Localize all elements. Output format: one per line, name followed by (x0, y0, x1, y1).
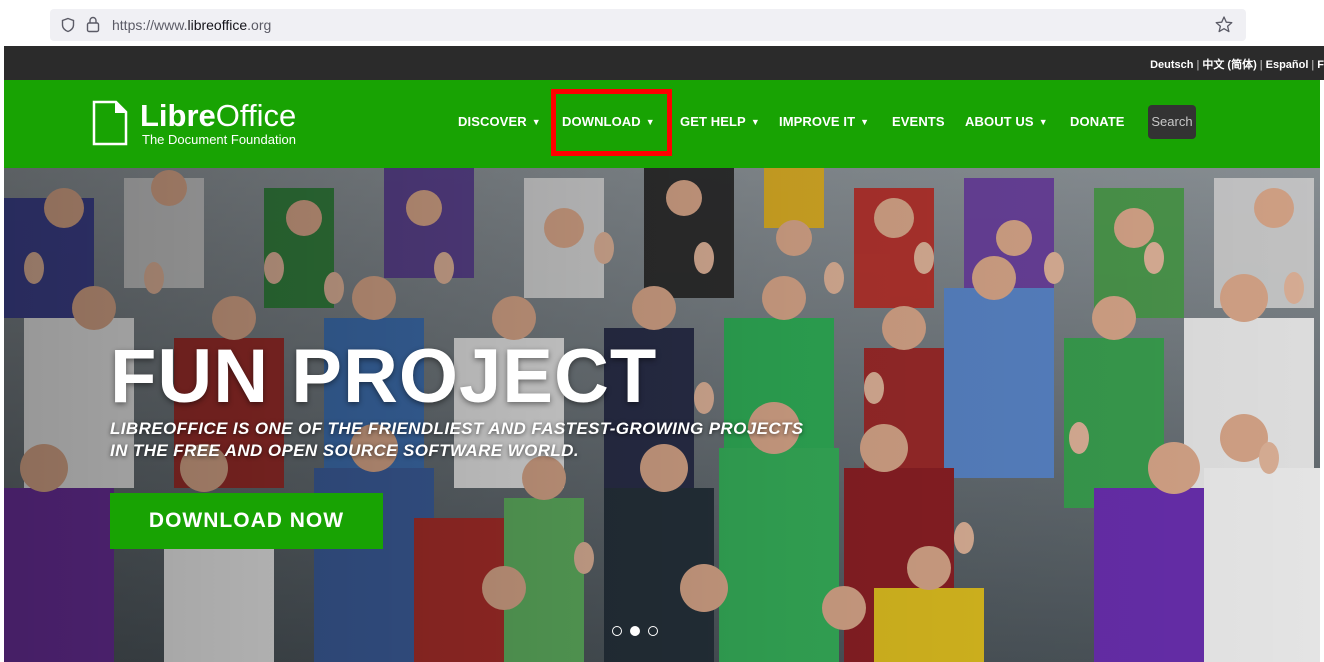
url-text[interactable]: https://www.libreoffice.org (112, 17, 271, 33)
language-links: Deutsch | 中文 (简体) | Español | F (1150, 56, 1324, 72)
caret-down-icon: ▼ (1038, 117, 1048, 127)
document-logo-icon (92, 100, 128, 146)
nav-about-us[interactable]: ABOUT US ▼ (965, 114, 1048, 129)
separator: | (1196, 59, 1200, 71)
nav-events[interactable]: EVENTS (892, 114, 945, 129)
main-navbar: LibreOffice The Document Foundation DISC… (4, 80, 1320, 168)
logo-subtitle: The Document Foundation (142, 132, 296, 147)
logo-wordmark: LibreOffice (140, 98, 297, 133)
carousel-dot-1[interactable] (612, 626, 622, 636)
caret-down-icon: ▼ (531, 117, 541, 127)
separator: | (1259, 59, 1263, 71)
address-bar[interactable]: https://www.libreoffice.org (50, 9, 1246, 41)
shield-icon[interactable] (60, 17, 76, 33)
nav-get-help[interactable]: GET HELP ▼ (680, 114, 760, 129)
separator: | (1311, 59, 1315, 71)
language-link-chinese[interactable]: 中文 (简体) (1202, 59, 1256, 71)
hero-carousel: FUN PROJECT LIBREOFFICE IS ONE OF THE FR… (4, 168, 1320, 662)
nav-discover[interactable]: DISCOVER ▼ (458, 114, 541, 129)
lock-icon[interactable] (86, 16, 100, 33)
download-highlight-box (551, 89, 672, 156)
hero-subtitle: LIBREOFFICE IS ONE OF THE FRIENDLIEST AN… (110, 418, 830, 462)
browser-toolbar: https://www.libreoffice.org (0, 0, 1324, 46)
nav-improve-it[interactable]: IMPROVE IT ▼ (779, 114, 869, 129)
hero-title: FUN PROJECT (110, 334, 658, 419)
search-button[interactable]: Search (1148, 105, 1196, 139)
caret-down-icon: ▼ (860, 117, 870, 127)
hero-subtitle-line: IN THE FREE AND OPEN SOURCE SOFTWARE WOR… (110, 441, 579, 460)
carousel-indicators (612, 626, 662, 638)
carousel-dot-2[interactable] (630, 626, 640, 636)
nav-donate[interactable]: DONATE (1070, 114, 1125, 129)
language-link-spanish[interactable]: Español (1266, 59, 1309, 71)
carousel-dot-3[interactable] (648, 626, 658, 636)
language-bar: Deutsch | 中文 (简体) | Español | F (4, 46, 1324, 80)
star-icon[interactable] (1214, 15, 1234, 35)
language-link-truncated[interactable]: F (1317, 59, 1324, 71)
download-now-button[interactable]: DOWNLOAD NOW (110, 493, 383, 549)
caret-down-icon: ▼ (750, 117, 760, 127)
libreoffice-logo[interactable]: LibreOffice The Document Foundation (92, 98, 322, 150)
language-link-german[interactable]: Deutsch (1150, 59, 1193, 71)
hero-subtitle-line: LIBREOFFICE IS ONE OF THE FRIENDLIEST AN… (110, 419, 804, 438)
